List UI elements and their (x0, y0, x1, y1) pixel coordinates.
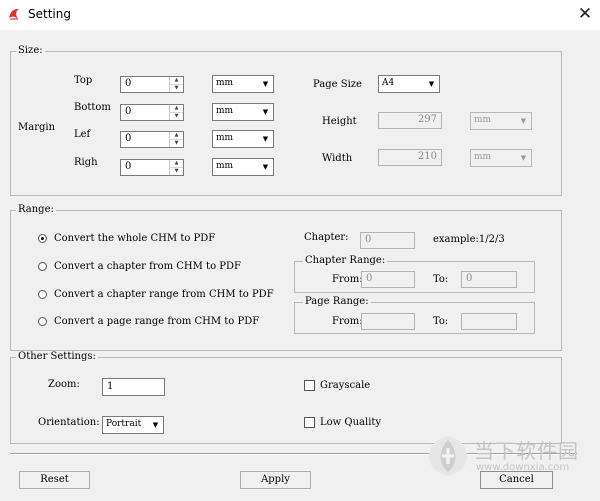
page-size-select[interactable]: A4 ▼ (378, 75, 440, 93)
apply-button[interactable]: Apply (240, 471, 311, 489)
right-margin-spinner[interactable]: ▲ ▼ (169, 160, 183, 175)
top-margin-spinner[interactable]: ▲ ▼ (169, 77, 183, 92)
chapter-label: Chapter: (304, 232, 349, 243)
left-label: Lef (74, 129, 91, 140)
grayscale-label[interactable]: Grayscale (320, 380, 370, 391)
radio-chapter-label[interactable]: Convert a chapter from CHM to PDF (54, 261, 241, 272)
other-settings-title: Other Settings: (16, 351, 98, 362)
page-size-label: Page Size (313, 79, 362, 90)
width-label: Width (322, 153, 353, 164)
chapter-range-title: Chapter Range: (303, 255, 388, 266)
bottom-margin-input[interactable]: 0 ▲ ▼ (120, 104, 184, 121)
radio-chapter-range[interactable] (38, 290, 47, 299)
size-group-title: Size: (16, 45, 45, 56)
chevron-down-icon: ▼ (262, 135, 269, 143)
page-from-input (361, 313, 415, 330)
right-unit-select[interactable]: mm ▼ (212, 158, 274, 176)
chapter-to-input: 0 (461, 271, 517, 288)
radio-whole-chm-label[interactable]: Convert the whole CHM to PDF (54, 233, 215, 244)
radio-whole-chm[interactable] (38, 234, 47, 243)
top-unit-select[interactable]: mm ▼ (212, 75, 274, 93)
bottom-unit-select[interactable]: mm ▼ (212, 103, 274, 121)
chevron-down-icon: ▼ (262, 163, 269, 171)
cancel-button[interactable]: Cancel (480, 471, 553, 489)
zoom-label: Zoom: (48, 379, 80, 390)
watermark-brand: 当下软件园 (474, 439, 579, 463)
close-icon[interactable]: ✕ (574, 3, 596, 25)
height-unit-select: mm ▼ (470, 112, 532, 130)
chevron-down-icon: ▼ (520, 117, 527, 125)
low-quality-checkbox[interactable] (304, 417, 315, 428)
chapter-from-label: From: (332, 274, 363, 285)
bottom-label: Bottom (74, 102, 111, 113)
chapter-example-text: example:1/2/3 (433, 234, 505, 245)
height-input: 297 (378, 112, 442, 129)
page-to-label: To: (433, 316, 449, 327)
right-margin-input[interactable]: 0 ▲ ▼ (120, 159, 184, 176)
page-to-input (461, 313, 517, 330)
top-margin-input[interactable]: 0 ▲ ▼ (120, 76, 184, 93)
chevron-down-icon: ▼ (428, 80, 435, 88)
chevron-down-icon: ▼ (520, 154, 527, 162)
top-label: Top (74, 75, 93, 86)
page-range-title: Page Range: (303, 296, 371, 307)
zoom-input[interactable]: 1 (102, 378, 165, 396)
chapter-input: 0 (360, 232, 415, 249)
chevron-down-icon: ▼ (262, 108, 269, 116)
left-unit-select[interactable]: mm ▼ (212, 130, 274, 148)
grayscale-checkbox[interactable] (304, 380, 315, 391)
page-from-label: From: (332, 316, 363, 327)
radio-chapter[interactable] (38, 262, 47, 271)
radio-chapter-range-label[interactable]: Convert a chapter range from CHM to PDF (54, 289, 274, 300)
width-unit-select: mm ▼ (470, 149, 532, 167)
radio-page-range-label[interactable]: Convert a page range from CHM to PDF (54, 316, 259, 327)
orientation-select[interactable]: Portrait ▼ (102, 416, 164, 434)
range-group-title: Range: (16, 204, 56, 215)
radio-page-range[interactable] (38, 317, 47, 326)
chapter-from-input: 0 (361, 271, 415, 288)
orientation-label: Orientation: (38, 417, 100, 428)
window-title: Setting (28, 7, 71, 21)
width-input: 210 (378, 149, 442, 166)
height-label: Height (322, 116, 357, 127)
chevron-down-icon: ▼ (262, 80, 269, 88)
title-bar (0, 0, 600, 30)
left-margin-spinner[interactable]: ▲ ▼ (169, 132, 183, 147)
reset-button[interactable]: Reset (19, 471, 90, 489)
margin-label: Margin (18, 122, 56, 133)
chapter-to-label: To: (433, 274, 449, 285)
right-label: Righ (74, 157, 98, 168)
left-margin-input[interactable]: 0 ▲ ▼ (120, 131, 184, 148)
chevron-down-icon: ▼ (152, 421, 159, 429)
app-logo-icon (9, 9, 19, 20)
low-quality-label[interactable]: Low Quality (320, 417, 381, 428)
bottom-margin-spinner[interactable]: ▲ ▼ (169, 105, 183, 120)
watermark-logo-icon (429, 437, 467, 475)
other-settings-group (10, 357, 562, 444)
